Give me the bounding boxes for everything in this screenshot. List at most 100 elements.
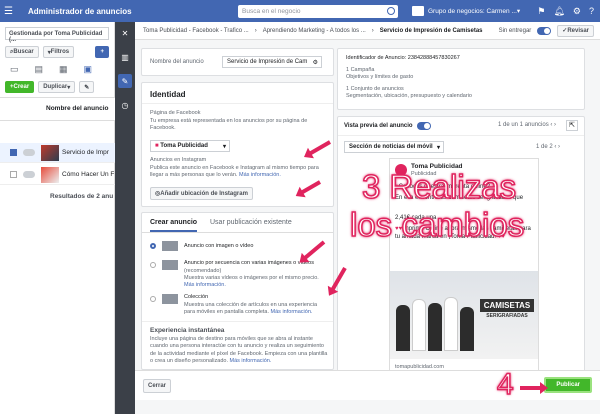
instant-title: Experiencia instantánea bbox=[150, 327, 225, 334]
preview-toggle[interactable] bbox=[416, 122, 431, 130]
carousel-icon bbox=[162, 260, 178, 270]
radio-single[interactable] bbox=[150, 243, 156, 249]
gear-icon[interactable]: ⚙ bbox=[573, 6, 581, 17]
bell-icon[interactable]: 🔔︎ bbox=[553, 6, 564, 17]
review-button[interactable]: ✓ Revisar bbox=[557, 24, 594, 37]
ad-icon[interactable]: ▣ bbox=[84, 64, 93, 75]
opt-single: Anuncio con imagen o vídeo bbox=[184, 243, 254, 249]
breadcrumb-sep: › bbox=[254, 27, 257, 34]
menu-icon[interactable]: ☰ bbox=[4, 6, 18, 17]
ig-desc-text: Publica este anuncio en Facebook e Insta… bbox=[150, 165, 319, 179]
flag-icon[interactable]: ⚑ bbox=[537, 6, 545, 17]
table-row[interactable]: Servicio de Impr bbox=[0, 143, 115, 163]
add-icon[interactable]: + bbox=[95, 46, 109, 58]
gear-icon[interactable]: ⚙ bbox=[313, 59, 318, 66]
business-selector[interactable]: Grupo de negocios: Carmen ... ▾ bbox=[412, 6, 520, 16]
breadcrumb: Toma Publicidad - Facebook - Trafico ...… bbox=[135, 22, 600, 40]
account-selector[interactable]: Gestionada por Toma Publicidad (... bbox=[5, 27, 109, 43]
ad-name-value: Servicio de Impresión de Cam bbox=[227, 59, 308, 65]
placement-value: Sección de noticias del móvil bbox=[349, 144, 433, 150]
breadcrumb-campaign[interactable]: Toma Publicidad - Facebook - Trafico ... bbox=[143, 28, 249, 34]
ad-name-panel: Nombre del anuncio Servicio de Impresión… bbox=[141, 48, 334, 76]
close-button[interactable]: Cerrar bbox=[143, 379, 172, 393]
ig-more-link[interactable]: Más información. bbox=[239, 172, 281, 178]
ad-name-label: Nombre del anuncio bbox=[150, 59, 204, 65]
fb-page-select[interactable]: ■ Toma Publicidad ▾ bbox=[150, 140, 230, 152]
radio-collection[interactable] bbox=[150, 296, 156, 302]
create-button[interactable]: + Crear bbox=[5, 81, 35, 93]
duplicate-button[interactable]: Duplicar ▾ bbox=[38, 81, 76, 93]
review-label: Revisar bbox=[567, 27, 589, 34]
filtros-button[interactable]: ▾ Filtros bbox=[42, 46, 75, 58]
folder-icon[interactable]: ▤ bbox=[35, 64, 44, 75]
publish-button[interactable]: Publicar bbox=[544, 377, 592, 393]
search-placeholder: Busca en el negocio bbox=[242, 7, 301, 15]
image-subtitle: SERIGRAFIADAS bbox=[486, 313, 528, 319]
row-name: Cómo Hacer Un F bbox=[62, 171, 115, 178]
external-link-icon[interactable]: ⇱ bbox=[566, 120, 578, 131]
editor-side-strip: ✕ ▥ ✎ ◷ bbox=[115, 22, 135, 414]
placement-pager: 1 de 2 ‹ › bbox=[536, 144, 561, 150]
app-title: Administrador de anuncios bbox=[28, 6, 132, 16]
opt3-more-link[interactable]: Más información. bbox=[271, 309, 313, 315]
search-input[interactable]: Busca en el negocio bbox=[238, 4, 398, 18]
placement-select[interactable]: Sección de noticias del móvil ▾ bbox=[344, 141, 444, 153]
bottom-bar: Cerrar Publicar bbox=[135, 370, 600, 400]
buscar-button[interactable]: ⌕ Buscar bbox=[5, 46, 39, 58]
row-name: Servicio de Impr bbox=[62, 149, 109, 156]
column-header: Nombre del anuncio bbox=[0, 97, 115, 121]
breadcrumb-sep: › bbox=[371, 27, 374, 34]
help-icon[interactable]: ? bbox=[589, 6, 594, 17]
edit-icon[interactable]: ✎ bbox=[79, 81, 95, 93]
radio-carousel[interactable] bbox=[150, 262, 156, 268]
buscar-label: Buscar bbox=[13, 49, 34, 55]
annotation-step3-line2: los cambios bbox=[349, 206, 525, 243]
identity-title: Identidad bbox=[150, 90, 186, 99]
clock-icon[interactable]: ◷ bbox=[118, 98, 132, 112]
ig-button-label: Añadir ubicación de Instagram bbox=[160, 190, 248, 197]
table-row[interactable]: Cómo Hacer Un F bbox=[0, 165, 115, 185]
tab-create[interactable]: Crear anuncio bbox=[150, 219, 198, 232]
opt2-more-link[interactable]: Más información. bbox=[184, 282, 226, 288]
close-button-label: Cerrar bbox=[148, 383, 167, 389]
instant-more-link[interactable]: Más información. bbox=[230, 358, 272, 364]
instant-desc: Incluye una página de destino para móvil… bbox=[150, 336, 328, 366]
row-toggle[interactable] bbox=[23, 149, 35, 156]
row-checkbox[interactable] bbox=[10, 149, 17, 156]
duplicate-label: Duplicar bbox=[43, 84, 68, 90]
ad-name-input[interactable]: Servicio de Impresión de Cam ⚙ bbox=[222, 56, 322, 68]
business-logo-icon bbox=[412, 6, 424, 16]
breadcrumb-ad: Servicio de Impresión de Camisetas bbox=[379, 27, 483, 34]
preview-label: Vista previa del anuncio bbox=[344, 123, 413, 129]
chevron-down-icon: ▾ bbox=[516, 8, 521, 15]
grid-icon[interactable]: ▦ bbox=[59, 64, 68, 75]
chart-icon[interactable]: ▥ bbox=[118, 50, 132, 64]
status-toggle[interactable] bbox=[537, 26, 552, 35]
pencil-icon[interactable]: ✎ bbox=[118, 74, 132, 88]
ad-id: Identificador de Anuncio: 23842888457830… bbox=[346, 55, 460, 61]
image-title: CAMISETAS bbox=[480, 299, 534, 312]
status-label: Sin entregar bbox=[498, 27, 532, 34]
search-icon bbox=[387, 6, 395, 15]
add-instagram-button[interactable]: ◎ Añadir ubicación de Instagram bbox=[150, 187, 253, 200]
campaign-icon[interactable]: ▭ bbox=[10, 64, 19, 75]
opt2-desc: Muestra varias vídeos o imágenes por el … bbox=[184, 275, 319, 281]
campaign-desc: Objetivos y límites de gasto bbox=[346, 74, 414, 80]
row-toggle[interactable] bbox=[23, 171, 35, 178]
create-label: Crear bbox=[13, 84, 30, 90]
breadcrumb-adset[interactable]: Aprendiendo Marketing - A todos los ... bbox=[263, 28, 366, 34]
ig-desc: Publica este anuncio en Facebook e Insta… bbox=[150, 165, 325, 180]
tab-existing[interactable]: Usar publicación existente bbox=[210, 219, 292, 226]
close-icon[interactable]: ✕ bbox=[118, 26, 132, 40]
campaign-sidebar: Gestionada por Toma Publicidad (... ⌕ Bu… bbox=[0, 22, 115, 414]
annotation-arrow bbox=[520, 382, 548, 394]
collection-icon bbox=[162, 294, 178, 304]
business-name: Grupo de negocios: Carmen ... bbox=[428, 7, 517, 15]
chevron-down-icon: ▾ bbox=[436, 145, 440, 151]
row-checkbox[interactable] bbox=[10, 171, 17, 178]
people-group bbox=[396, 291, 476, 351]
preview-toggle-row: Vista previa del anuncio bbox=[344, 122, 431, 130]
opt-collection: Colección bbox=[184, 294, 209, 300]
top-bar: ☰ Administrador de anuncios Busca en el … bbox=[0, 0, 600, 22]
ad-info-panel: Identificador de Anuncio: 23842888457830… bbox=[337, 48, 585, 110]
